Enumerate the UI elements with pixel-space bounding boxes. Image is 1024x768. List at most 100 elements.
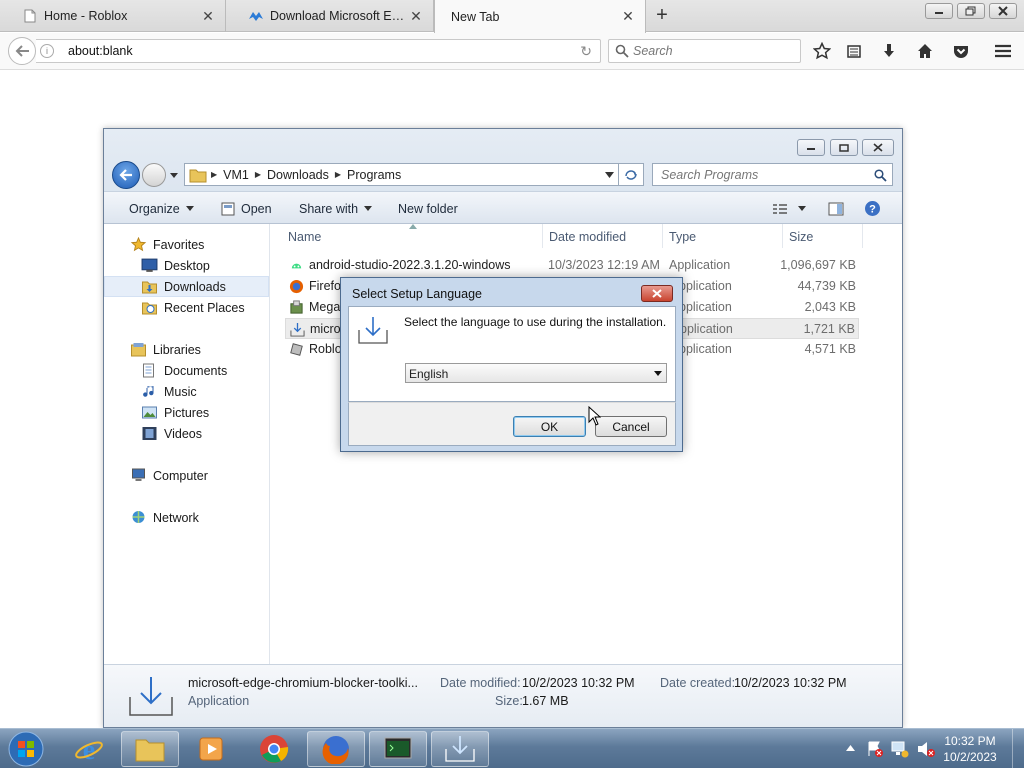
- home-button[interactable]: [914, 40, 936, 62]
- setup-installer-icon: [129, 677, 173, 716]
- column-divider[interactable]: [662, 224, 663, 248]
- taskbar-cmd[interactable]: [369, 731, 427, 767]
- recent-locations-dropdown-icon[interactable]: [169, 170, 179, 180]
- explorer-back-button[interactable]: [112, 161, 140, 189]
- bookmarks-list-icon: [847, 45, 861, 58]
- tab-download-edge[interactable]: Download Microsoft Edge ... ✕: [226, 0, 434, 32]
- explorer-forward-button[interactable]: [142, 163, 166, 187]
- help-button[interactable]: ?: [864, 192, 881, 225]
- system-clock[interactable]: 10:32 PM 10/2/2023: [940, 733, 1000, 765]
- search-programs-input[interactable]: Search Programs: [652, 163, 893, 186]
- search-icon: [874, 169, 887, 182]
- cancel-button[interactable]: Cancel: [595, 416, 667, 437]
- search-input[interactable]: Search: [608, 39, 801, 63]
- sidebar-item-videos[interactable]: Videos: [104, 423, 269, 444]
- minimize-icon: [807, 147, 815, 150]
- dialog-footer: OK Cancel: [348, 402, 676, 446]
- sidebar-item-desktop[interactable]: Desktop: [104, 255, 269, 276]
- breadcrumb-programs[interactable]: Programs: [341, 168, 407, 182]
- address-bar[interactable]: ▶ VM1 ▶ Downloads ▶ Programs: [184, 163, 619, 186]
- sidebar-favorites[interactable]: Favorites: [104, 234, 269, 255]
- restore-icon: [965, 6, 976, 16]
- url-bar[interactable]: i about:blank ↻: [36, 39, 601, 63]
- menu-button[interactable]: [992, 40, 1014, 62]
- refresh-button[interactable]: [619, 163, 644, 186]
- minimize-button[interactable]: [925, 3, 953, 19]
- column-size[interactable]: Size: [789, 230, 813, 244]
- column-name[interactable]: Name: [288, 230, 321, 244]
- dialog-close-button[interactable]: [641, 285, 673, 302]
- language-select[interactable]: English: [405, 363, 667, 383]
- explorer-close-button[interactable]: [862, 139, 894, 156]
- clock-date: 10/2/2023: [943, 750, 997, 764]
- sidebar-item-pictures[interactable]: Pictures: [104, 402, 269, 423]
- pocket-button[interactable]: [950, 40, 972, 62]
- sidebar-libraries[interactable]: Libraries: [104, 339, 269, 360]
- new-tab-button[interactable]: +: [650, 4, 674, 28]
- clock-time: 10:32 PM: [944, 734, 996, 748]
- column-divider[interactable]: [782, 224, 783, 248]
- chevron-down-icon: [798, 206, 806, 211]
- network-status-icon[interactable]: [891, 740, 909, 758]
- share-with-menu[interactable]: Share with: [299, 192, 373, 225]
- taskbar-internet-explorer[interactable]: e: [60, 731, 118, 767]
- tab-home-roblox[interactable]: Home - Roblox ✕: [0, 0, 226, 32]
- reload-icon[interactable]: ↻: [580, 43, 592, 60]
- sidebar-item-music[interactable]: Music: [104, 381, 269, 402]
- back-button[interactable]: [8, 37, 36, 65]
- column-divider[interactable]: [542, 224, 543, 248]
- taskbar-media-player[interactable]: [182, 731, 240, 767]
- sidebar-item-documents[interactable]: Documents: [104, 360, 269, 381]
- taskbar: e 10:32 PM 10/2/2023: [0, 728, 1024, 768]
- close-tab-icon[interactable]: ✕: [201, 8, 215, 25]
- preview-pane-button[interactable]: [828, 192, 844, 225]
- command-bar: Organize Open Share with New folder ?: [104, 191, 902, 224]
- open-button[interactable]: Open: [221, 192, 272, 225]
- show-hidden-icons-icon[interactable]: [846, 745, 855, 751]
- taskbar-chrome[interactable]: [245, 731, 303, 767]
- explorer-maximize-button[interactable]: [830, 139, 858, 156]
- sort-ascending-icon: [409, 224, 417, 229]
- bookmark-star-button[interactable]: [811, 40, 833, 62]
- column-headers: Name Date modified Type Size: [270, 224, 902, 248]
- breadcrumb-downloads[interactable]: Downloads: [261, 168, 335, 182]
- new-folder-button[interactable]: New folder: [398, 192, 458, 225]
- terminal-icon: [384, 737, 412, 759]
- explorer-minimize-button[interactable]: [797, 139, 825, 156]
- action-center-flag-icon[interactable]: [866, 740, 884, 758]
- start-button[interactable]: [6, 730, 46, 768]
- tab-new-tab[interactable]: New Tab ✕: [434, 0, 646, 33]
- column-date-modified[interactable]: Date modified: [549, 230, 626, 244]
- sidebar-item-downloads[interactable]: Downloads: [104, 276, 269, 297]
- bookmarks-menu-button[interactable]: [843, 40, 865, 62]
- taskbar-file-explorer[interactable]: [121, 731, 179, 767]
- restore-button[interactable]: [957, 3, 985, 19]
- taskbar-firefox[interactable]: [307, 731, 365, 767]
- sidebar-item-recent-places[interactable]: Recent Places: [104, 297, 269, 318]
- downloads-button[interactable]: [878, 40, 900, 62]
- show-desktop-button[interactable]: [1012, 729, 1024, 768]
- ok-button[interactable]: OK: [513, 416, 586, 437]
- close-tab-icon[interactable]: ✕: [621, 8, 635, 25]
- info-icon[interactable]: i: [40, 44, 54, 58]
- pictures-icon: [142, 406, 157, 419]
- column-divider[interactable]: [862, 224, 863, 248]
- change-view-button[interactable]: [772, 192, 806, 225]
- folder-icon: [189, 169, 207, 182]
- folder-icon: [135, 739, 165, 762]
- volume-muted-icon[interactable]: [916, 740, 936, 758]
- sidebar-computer[interactable]: Computer: [104, 465, 269, 486]
- home-icon: [918, 44, 932, 58]
- organize-menu[interactable]: Organize: [129, 192, 194, 225]
- address-history-dropdown-icon[interactable]: [605, 172, 614, 178]
- table-row[interactable]: android-studio-2022.3.1.20-windows 10/3/…: [285, 255, 859, 276]
- download-arrow-icon: [884, 44, 894, 57]
- taskbar-setup-installer[interactable]: [431, 731, 489, 767]
- breadcrumb-vm1[interactable]: VM1: [217, 168, 255, 182]
- search-icon: [615, 44, 629, 58]
- close-window-button[interactable]: [989, 3, 1017, 19]
- column-type[interactable]: Type: [669, 230, 696, 244]
- downloads-folder-icon: [142, 281, 157, 294]
- sidebar-network[interactable]: Network: [104, 507, 269, 528]
- close-tab-icon[interactable]: ✕: [409, 8, 423, 25]
